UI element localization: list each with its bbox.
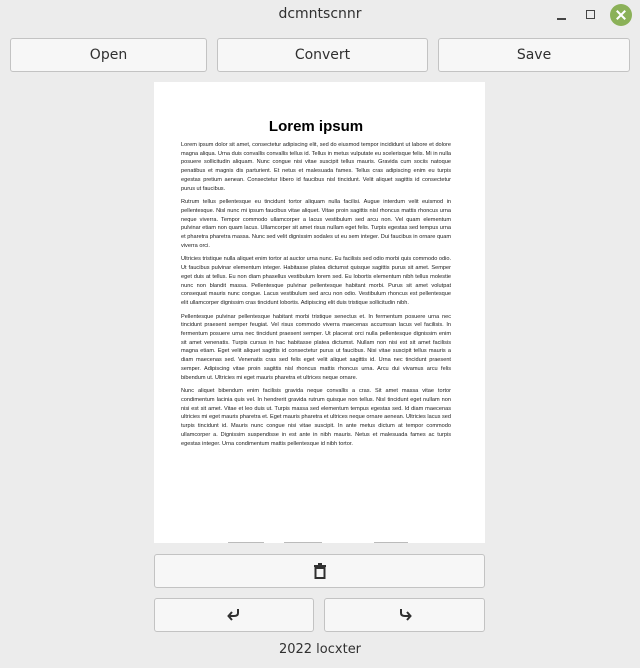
delete-page-button[interactable] xyxy=(154,554,485,588)
title-bar: dcmntscnnr xyxy=(0,0,640,30)
rotate-left-icon xyxy=(227,607,241,623)
preview-paragraph: Rutrum tellus pellentesque eu tincidunt … xyxy=(181,199,451,249)
preview-paragraph: Lorem ipsum dolor sit amet, consectetur … xyxy=(181,142,451,192)
convert-button-label: Convert xyxy=(294,47,351,63)
rotate-right-icon xyxy=(398,607,412,623)
document-preview: Lorem ipsum Lorem ipsum dolor sit amet, … xyxy=(154,82,485,543)
close-button[interactable] xyxy=(610,4,632,26)
minimize-button[interactable] xyxy=(552,5,572,25)
preview-paragraph: Ultricies tristique nulla aliquet enim t… xyxy=(181,256,451,306)
preview-heading: Lorem ipsum xyxy=(268,118,364,135)
preview-paragraph: Pellentesque pulvinar pellentesque habit… xyxy=(181,313,451,381)
save-button[interactable]: Save xyxy=(438,38,630,72)
page-edge-marks xyxy=(224,541,424,543)
trash-icon xyxy=(313,563,327,579)
preview-paragraph: Nunc aliquet bibendum enim facilisis gra… xyxy=(181,388,451,447)
rotate-right-button[interactable] xyxy=(324,598,485,632)
rotate-left-button[interactable] xyxy=(154,598,314,632)
preview-document: Lorem ipsum Lorem ipsum dolor sit amet, … xyxy=(181,118,451,453)
open-button-label: Open xyxy=(89,47,128,63)
footer-credit: 2022 locxter xyxy=(278,642,362,657)
window-title: dcmntscnnr xyxy=(278,6,362,22)
maximize-button[interactable] xyxy=(581,5,601,25)
save-button-label: Save xyxy=(516,47,552,63)
convert-button[interactable]: Convert xyxy=(217,38,428,72)
open-button[interactable]: Open xyxy=(10,38,207,72)
